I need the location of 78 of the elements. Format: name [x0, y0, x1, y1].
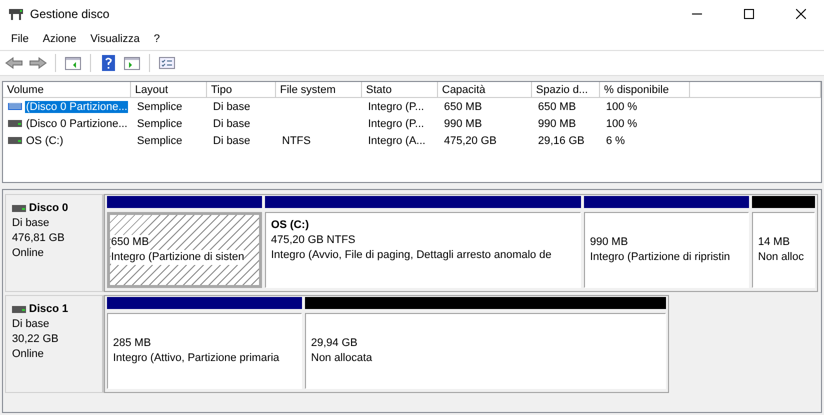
table-cell: Integro (P... [367, 118, 426, 130]
partition-size: 990 MB [590, 235, 628, 250]
forward-button[interactable] [28, 54, 48, 72]
back-button[interactable] [4, 54, 24, 72]
table-cell: Di base [212, 100, 252, 112]
disk-type: Di base [12, 216, 50, 231]
drive-icon [8, 137, 22, 144]
table-cell: 990 MB [537, 118, 577, 130]
drive-icon [8, 120, 22, 127]
table-cell: Di base [212, 134, 252, 146]
table-cell: 29,16 GB [537, 134, 586, 146]
column-header[interactable]: % disponibile [600, 82, 690, 98]
maximize-icon [744, 9, 754, 19]
table-cell: NTFS [281, 134, 312, 146]
table-cell: Integro (A... [367, 134, 426, 146]
partition-size: 285 MB [113, 336, 151, 351]
disk-info-panel[interactable]: Disco 1 Di base 30,22 GB Online [5, 295, 104, 393]
partition-status: Integro (Partizione di ripristin [590, 250, 730, 265]
drive-icon [12, 306, 26, 313]
drive-icon [12, 205, 26, 212]
column-header[interactable]: File system [276, 82, 362, 98]
menu-item[interactable]: ? [146, 33, 167, 45]
partition-size: 14 MB [758, 235, 790, 250]
disk-name: Disco 1 [29, 302, 68, 317]
partition-size: 29,94 GB [311, 336, 358, 351]
properties-button[interactable] [157, 54, 177, 72]
table-cell: Semplice [136, 100, 184, 112]
table-cell[interactable]: OS (C:) [25, 134, 64, 146]
table-cell[interactable]: (Disco 0 Partizione... [25, 118, 128, 130]
partition-status: Non allocata [311, 351, 372, 366]
partition-block[interactable]: 650 MB Integro (Partizione di sisten [107, 212, 262, 288]
partition-name: OS (C:) [271, 218, 309, 233]
column-header[interactable]: Layout [131, 82, 207, 98]
table-cell: 100 % [605, 118, 638, 130]
partition-status: Integro (Avvio, File di paging, Dettagli arresto anomalo de [271, 248, 552, 263]
partition-block[interactable]: OS (C:) 475,20 GB NTFS Integro (Avvio, File di paging, Dettagli arresto anomalo de [265, 212, 581, 288]
table-cell: Integro (P... [367, 100, 426, 112]
partition-status: Integro (Attivo, Partizione primaria [113, 351, 280, 366]
partition-block[interactable]: 990 MB Integro (Partizione di ripristin [584, 212, 749, 288]
partition-block[interactable]: 29,94 GB Non allocata [305, 313, 666, 389]
partition-bar [752, 196, 815, 208]
column-header[interactable]: Spazio d... [532, 82, 600, 98]
table-cell: 650 MB [537, 100, 577, 112]
disk-name: Disco 0 [29, 201, 68, 216]
table-cell: 650 MB [443, 100, 483, 112]
console-tree-button[interactable] [63, 54, 83, 72]
partition-block[interactable]: 14 MB Non alloc [752, 212, 815, 288]
table-cell: Semplice [136, 134, 184, 146]
disk-size: 30,22 GB [12, 332, 60, 347]
column-header[interactable]: Capacità [438, 82, 532, 98]
disk-size: 476,81 GB [12, 231, 66, 246]
column-header[interactable]: Volume [3, 82, 131, 98]
table-cell: 475,20 GB [443, 134, 498, 146]
disk-status: Online [12, 347, 45, 362]
partition-size: 475,20 GB NTFS [271, 233, 356, 248]
action-pane-button[interactable] [122, 54, 142, 72]
partition-block[interactable]: 285 MB Integro (Attivo, Partizione primaria [107, 313, 302, 389]
menu-item[interactable]: Azione [36, 33, 84, 45]
disk-status: Online [12, 246, 45, 261]
close-icon [796, 9, 806, 19]
table-cell: Semplice [136, 118, 184, 130]
partition-status: Integro (Partizione di sisten [111, 250, 244, 265]
disk-info-panel[interactable]: Disco 0 Di base 476,81 GB Online [5, 194, 104, 292]
table-cell: 990 MB [443, 118, 483, 130]
disk-type: Di base [12, 317, 50, 332]
window-title: Gestione disco [30, 7, 110, 21]
menu-item[interactable]: File [4, 33, 36, 45]
drive-icon [8, 103, 22, 110]
column-header[interactable]: Tipo [207, 82, 276, 98]
table-cell: 6 % [605, 134, 626, 146]
table-cell[interactable]: (Disco 0 Partizione... [25, 100, 128, 112]
partition-size: 650 MB [111, 235, 149, 250]
column-header[interactable]: Stato [362, 82, 438, 98]
menu-item[interactable]: Visualizza [83, 33, 147, 45]
partition-status: Non alloc [758, 250, 804, 265]
table-cell: Di base [212, 118, 252, 130]
disk-management-icon [8, 7, 24, 21]
table-cell: 100 % [605, 100, 638, 112]
